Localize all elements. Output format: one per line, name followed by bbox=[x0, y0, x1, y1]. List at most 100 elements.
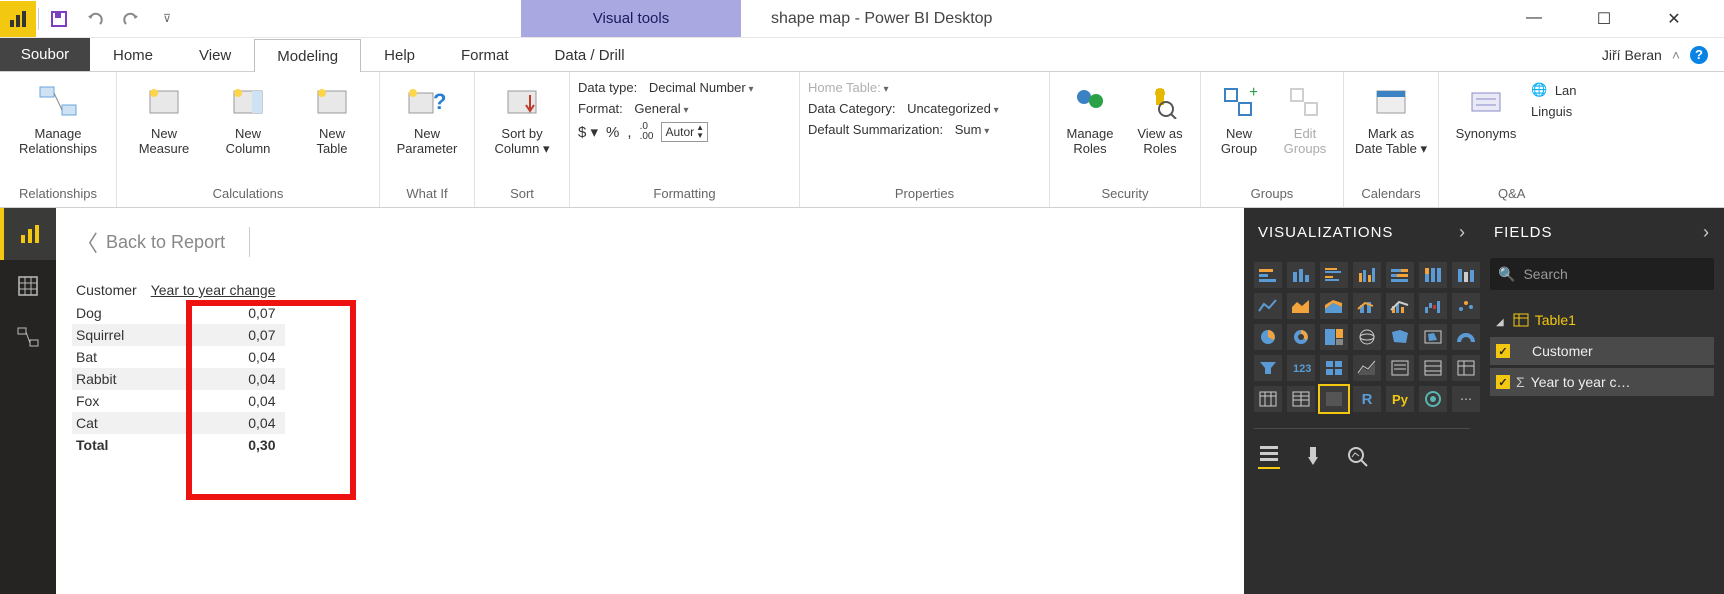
viz-combo[interactable] bbox=[1353, 293, 1381, 319]
viz-ribbon[interactable] bbox=[1452, 262, 1480, 288]
viz-more[interactable]: ⋯ bbox=[1452, 386, 1480, 412]
mark-as-date-table-button[interactable]: Mark as Date Table ▾ bbox=[1352, 76, 1430, 157]
viz-gauge[interactable] bbox=[1452, 324, 1480, 350]
language-button[interactable]: 🌐 Lan bbox=[1531, 82, 1577, 98]
viz-filled-map[interactable] bbox=[1386, 324, 1414, 350]
viz-table2[interactable] bbox=[1254, 386, 1282, 412]
minimize-button[interactable]: — bbox=[1514, 9, 1554, 29]
viz-multi-card[interactable] bbox=[1320, 355, 1348, 381]
window-title: shape map - Power BI Desktop bbox=[771, 10, 992, 28]
close-button[interactable]: ✕ bbox=[1654, 9, 1694, 29]
edit-groups-button: Edit Groups bbox=[1275, 76, 1335, 156]
tab-home[interactable]: Home bbox=[90, 38, 176, 71]
tab-format[interactable]: Format bbox=[438, 38, 532, 71]
viz-slicer[interactable] bbox=[1386, 355, 1414, 381]
viz-pie[interactable] bbox=[1254, 324, 1282, 350]
field-customer[interactable]: ✓ Customer bbox=[1490, 337, 1714, 365]
viz-treemap[interactable] bbox=[1320, 324, 1348, 350]
thousands-button[interactable]: , bbox=[627, 124, 631, 141]
viz-kpi[interactable] bbox=[1353, 355, 1381, 381]
back-to-report-button[interactable]: 〈 Back to Report bbox=[76, 226, 1224, 258]
user-name[interactable]: Jiří Beran bbox=[1602, 47, 1662, 63]
tab-data-drill[interactable]: Data / Drill bbox=[532, 38, 648, 71]
viz-stacked-area[interactable] bbox=[1320, 293, 1348, 319]
svg-text:?: ? bbox=[433, 89, 446, 114]
viz-r[interactable]: R bbox=[1353, 386, 1381, 412]
viz-python[interactable]: Py bbox=[1386, 386, 1414, 412]
new-measure-button[interactable]: New Measure bbox=[125, 76, 203, 156]
format-dropdown[interactable]: Format: General bbox=[578, 101, 791, 116]
viz-stacked-column[interactable] bbox=[1287, 262, 1315, 288]
viz-clustered-bar[interactable] bbox=[1320, 262, 1348, 288]
viz-selected[interactable] bbox=[1320, 386, 1348, 412]
viz-map[interactable] bbox=[1353, 324, 1381, 350]
fields-pane-header[interactable]: FIELDS› bbox=[1480, 208, 1724, 256]
group-formatting: Formatting bbox=[578, 184, 791, 205]
viz-100-column[interactable] bbox=[1419, 262, 1447, 288]
view-as-roles-button[interactable]: View as Roles bbox=[1128, 76, 1192, 156]
checkbox-checked-icon[interactable]: ✓ bbox=[1496, 344, 1510, 358]
visualizations-pane-header[interactable]: VISUALIZATIONS› bbox=[1244, 208, 1480, 256]
viz-shape-map[interactable] bbox=[1419, 324, 1447, 350]
tab-modeling[interactable]: Modeling bbox=[254, 39, 361, 72]
new-group-button[interactable]: +New Group bbox=[1209, 76, 1269, 156]
data-category-dropdown[interactable]: Data Category: Uncategorized bbox=[808, 101, 1041, 116]
viz-card[interactable]: 123 bbox=[1287, 355, 1315, 381]
undo-button[interactable] bbox=[77, 1, 113, 37]
viz-waterfall[interactable] bbox=[1419, 293, 1447, 319]
tab-help[interactable]: Help bbox=[361, 38, 438, 71]
new-table-button[interactable]: New Table bbox=[293, 76, 371, 156]
qat-customize[interactable]: ⊽ bbox=[149, 1, 185, 37]
col-header-customer[interactable]: Customer bbox=[72, 278, 147, 302]
field-year-to-year[interactable]: ✓ Σ Year to year c… bbox=[1490, 368, 1714, 396]
viz-combo-2[interactable] bbox=[1386, 293, 1414, 319]
default-summarization-dropdown[interactable]: Default Summarization: Sum bbox=[808, 122, 1041, 137]
checkbox-checked-icon[interactable]: ✓ bbox=[1496, 375, 1510, 389]
viz-matrix2[interactable] bbox=[1287, 386, 1315, 412]
redo-button[interactable] bbox=[113, 1, 149, 37]
currency-button[interactable]: $ ▾ bbox=[578, 123, 598, 141]
nav-model-view[interactable] bbox=[0, 312, 56, 364]
help-icon[interactable]: ? bbox=[1690, 46, 1708, 64]
fields-search-input[interactable]: 🔍 Search bbox=[1490, 258, 1714, 290]
new-column-button[interactable]: New Column bbox=[209, 76, 287, 156]
viz-100-bar[interactable] bbox=[1386, 262, 1414, 288]
format-tab-icon[interactable] bbox=[1302, 445, 1324, 467]
nav-data-view[interactable] bbox=[0, 260, 56, 312]
viz-clustered-column[interactable] bbox=[1353, 262, 1381, 288]
svg-text:+: + bbox=[1249, 85, 1257, 101]
collapse-ribbon-button[interactable]: ˄ bbox=[1672, 47, 1680, 63]
fields-table-node[interactable]: Table1 bbox=[1490, 306, 1714, 334]
new-parameter-button[interactable]: ?New Parameter bbox=[388, 76, 466, 156]
data-type-dropdown[interactable]: Data type: Decimal Number bbox=[578, 80, 791, 95]
manage-roles-button[interactable]: Manage Roles bbox=[1058, 76, 1122, 156]
group-sort: Sort bbox=[483, 184, 561, 205]
decimal-places-spinner[interactable]: Autor▲▼ bbox=[661, 122, 708, 142]
contextual-tab-visual-tools[interactable]: Visual tools bbox=[521, 0, 741, 37]
manage-relationships-button[interactable]: Manage Relationships bbox=[8, 76, 108, 156]
viz-line[interactable] bbox=[1254, 293, 1282, 319]
percent-button[interactable]: % bbox=[606, 124, 619, 141]
viz-area[interactable] bbox=[1287, 293, 1315, 319]
viz-stacked-bar[interactable] bbox=[1254, 262, 1282, 288]
col-header-ytyc[interactable]: Year to year change bbox=[147, 278, 286, 302]
viz-funnel[interactable] bbox=[1254, 355, 1282, 381]
viz-scatter[interactable] bbox=[1452, 293, 1480, 319]
save-button[interactable] bbox=[41, 1, 77, 37]
qat-separator bbox=[38, 8, 39, 30]
nav-report-view[interactable] bbox=[0, 208, 56, 260]
synonyms-button[interactable]: Synonyms bbox=[1447, 76, 1525, 141]
analytics-tab-icon[interactable] bbox=[1346, 445, 1370, 467]
svg-text:123: 123 bbox=[1293, 363, 1311, 375]
sort-by-column-button[interactable]: Sort by Column ▾ bbox=[483, 76, 561, 157]
viz-arcgis[interactable] bbox=[1419, 386, 1447, 412]
viz-matrix[interactable] bbox=[1452, 355, 1480, 381]
viz-table[interactable] bbox=[1419, 355, 1447, 381]
viz-donut[interactable] bbox=[1287, 324, 1315, 350]
linguistic-button[interactable]: Linguis bbox=[1531, 104, 1577, 119]
file-tab[interactable]: Soubor bbox=[0, 38, 90, 71]
maximize-button[interactable]: ☐ bbox=[1584, 9, 1624, 29]
tab-view[interactable]: View bbox=[176, 38, 254, 71]
decimal-button[interactable]: .0 .00 bbox=[640, 122, 654, 142]
fields-tab-icon[interactable] bbox=[1258, 443, 1280, 469]
